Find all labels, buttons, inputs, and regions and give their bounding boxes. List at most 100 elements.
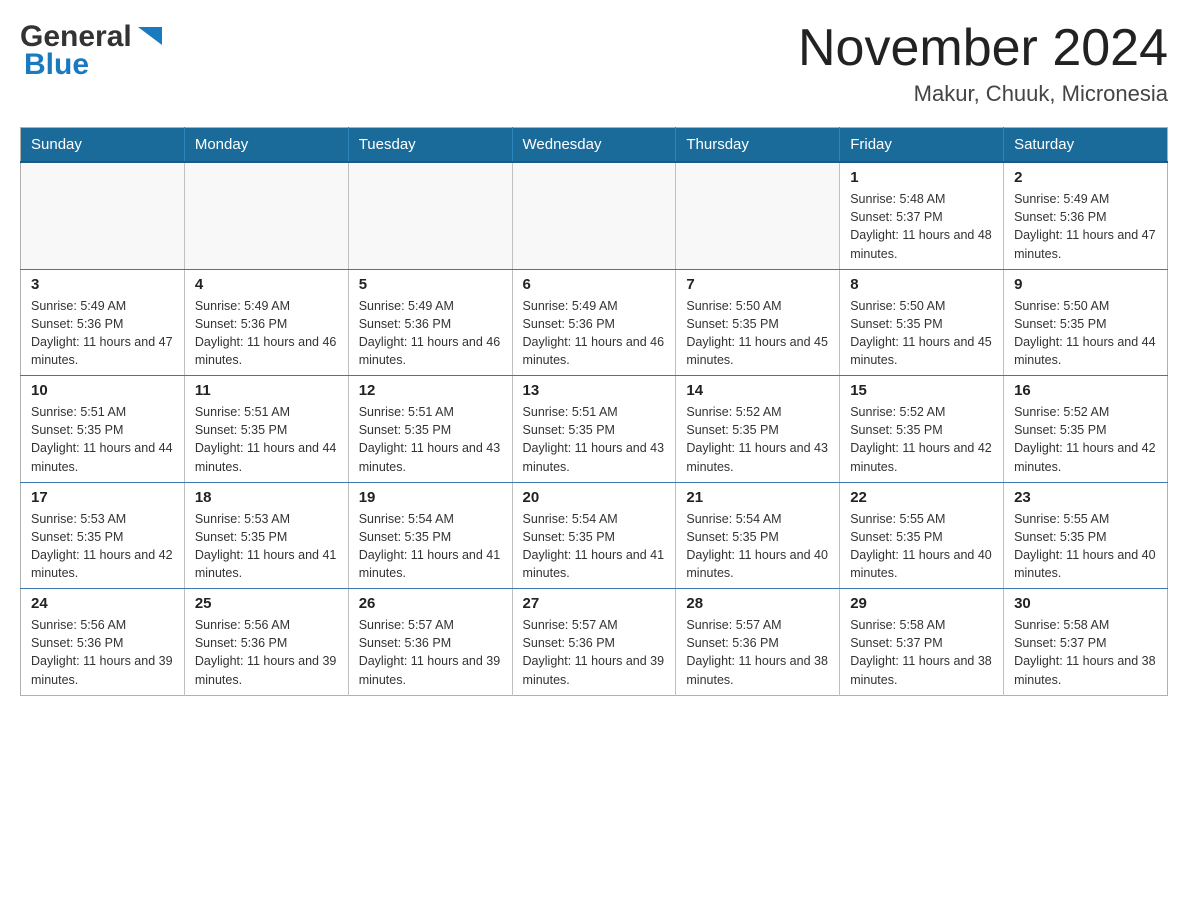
calendar-day-cell: 7 Sunrise: 5:50 AM Sunset: 5:35 PM Daylig… [676, 269, 840, 376]
day-of-week-header: Sunday [21, 128, 185, 163]
day-info: Sunrise: 5:56 AM Sunset: 5:36 PM Dayligh… [195, 616, 338, 689]
day-info: Sunrise: 5:48 AM Sunset: 5:37 PM Dayligh… [850, 190, 993, 263]
day-number: 2 [1014, 169, 1157, 186]
calendar-day-cell [348, 162, 512, 269]
day-info: Sunrise: 5:51 AM Sunset: 5:35 PM Dayligh… [523, 403, 666, 476]
day-number: 19 [359, 489, 502, 506]
day-number: 16 [1014, 382, 1157, 399]
calendar-week-row: 1 Sunrise: 5:48 AM Sunset: 5:37 PM Daylig… [21, 162, 1168, 269]
day-number: 8 [850, 276, 993, 293]
day-info: Sunrise: 5:50 AM Sunset: 5:35 PM Dayligh… [1014, 297, 1157, 370]
day-number: 11 [195, 382, 338, 399]
calendar-day-cell: 11Sunrise: 5:51 AM Sunset: 5:35 PM Dayli… [184, 376, 348, 483]
day-info: Sunrise: 5:49 AM Sunset: 5:36 PM Dayligh… [1014, 190, 1157, 263]
calendar-table: SundayMondayTuesdayWednesdayThursdayFrid… [20, 127, 1168, 696]
day-info: Sunrise: 5:57 AM Sunset: 5:36 PM Dayligh… [359, 616, 502, 689]
calendar-day-cell: 29 Sunrise: 5:58 AM Sunset: 5:37 PM Dayli… [840, 589, 1004, 696]
day-of-week-header: Thursday [676, 128, 840, 163]
calendar-day-cell: 6Sunrise: 5:49 AM Sunset: 5:36 PM Daylig… [512, 269, 676, 376]
day-number: 14 [686, 382, 829, 399]
day-number: 13 [523, 382, 666, 399]
title-section: November 2024 Makur, Chuuk, Micronesia [798, 20, 1168, 107]
calendar-day-cell: 20 Sunrise: 5:54 AM Sunset: 5:35 PM Dayli… [512, 482, 676, 589]
calendar-day-cell: 4 Sunrise: 5:49 AM Sunset: 5:36 PM Daylig… [184, 269, 348, 376]
day-of-week-header: Saturday [1004, 128, 1168, 163]
day-number: 28 [686, 595, 829, 612]
calendar-day-cell: 22Sunrise: 5:55 AM Sunset: 5:35 PM Dayli… [840, 482, 1004, 589]
day-info: Sunrise: 5:52 AM Sunset: 5:35 PM Dayligh… [850, 403, 993, 476]
day-info: Sunrise: 5:52 AM Sunset: 5:35 PM Dayligh… [686, 403, 829, 476]
page-header: General Blue November 2024 Makur, Chuuk,… [20, 20, 1168, 107]
logo-triangle-icon [134, 23, 166, 51]
calendar-day-cell: 14 Sunrise: 5:52 AM Sunset: 5:35 PM Dayli… [676, 376, 840, 483]
calendar-week-row: 10 Sunrise: 5:51 AM Sunset: 5:35 PM Dayli… [21, 376, 1168, 483]
calendar-day-cell: 16 Sunrise: 5:52 AM Sunset: 5:35 PM Dayli… [1004, 376, 1168, 483]
day-of-week-header: Friday [840, 128, 1004, 163]
day-number: 10 [31, 382, 174, 399]
day-number: 30 [1014, 595, 1157, 612]
calendar-day-cell: 15 Sunrise: 5:52 AM Sunset: 5:35 PM Dayli… [840, 376, 1004, 483]
day-number: 21 [686, 489, 829, 506]
day-number: 17 [31, 489, 174, 506]
day-number: 3 [31, 276, 174, 293]
calendar-subtitle: Makur, Chuuk, Micronesia [798, 81, 1168, 107]
day-number: 24 [31, 595, 174, 612]
day-info: Sunrise: 5:55 AM Sunset: 5:35 PM Dayligh… [1014, 510, 1157, 583]
day-info: Sunrise: 5:53 AM Sunset: 5:35 PM Dayligh… [195, 510, 338, 583]
day-number: 29 [850, 595, 993, 612]
day-info: Sunrise: 5:54 AM Sunset: 5:35 PM Dayligh… [523, 510, 666, 583]
calendar-day-cell: 17 Sunrise: 5:53 AM Sunset: 5:35 PM Dayli… [21, 482, 185, 589]
day-number: 15 [850, 382, 993, 399]
calendar-week-row: 17 Sunrise: 5:53 AM Sunset: 5:35 PM Dayli… [21, 482, 1168, 589]
calendar-day-cell: 26 Sunrise: 5:57 AM Sunset: 5:36 PM Dayli… [348, 589, 512, 696]
day-number: 5 [359, 276, 502, 293]
calendar-day-cell [676, 162, 840, 269]
calendar-day-cell: 21 Sunrise: 5:54 AM Sunset: 5:35 PM Dayli… [676, 482, 840, 589]
calendar-day-cell: 5 Sunrise: 5:49 AM Sunset: 5:36 PM Daylig… [348, 269, 512, 376]
calendar-day-cell: 19 Sunrise: 5:54 AM Sunset: 5:35 PM Dayli… [348, 482, 512, 589]
calendar-day-cell: 8 Sunrise: 5:50 AM Sunset: 5:35 PM Daylig… [840, 269, 1004, 376]
calendar-day-cell: 9Sunrise: 5:50 AM Sunset: 5:35 PM Daylig… [1004, 269, 1168, 376]
calendar-day-cell [21, 162, 185, 269]
calendar-day-cell: 28 Sunrise: 5:57 AM Sunset: 5:36 PM Dayli… [676, 589, 840, 696]
day-number: 7 [686, 276, 829, 293]
calendar-day-cell: 25Sunrise: 5:56 AM Sunset: 5:36 PM Dayli… [184, 589, 348, 696]
calendar-day-cell: 10Sunrise: 5:51 AM Sunset: 5:35 PM Dayli… [21, 376, 185, 483]
day-number: 12 [359, 382, 502, 399]
calendar-day-cell [512, 162, 676, 269]
day-number: 26 [359, 595, 502, 612]
calendar-day-cell: 1 Sunrise: 5:48 AM Sunset: 5:37 PM Daylig… [840, 162, 1004, 269]
calendar-day-cell: 2 Sunrise: 5:49 AM Sunset: 5:36 PM Daylig… [1004, 162, 1168, 269]
day-info: Sunrise: 5:57 AM Sunset: 5:36 PM Dayligh… [686, 616, 829, 689]
day-of-week-header: Wednesday [512, 128, 676, 163]
calendar-day-cell: 23 Sunrise: 5:55 AM Sunset: 5:35 PM Dayli… [1004, 482, 1168, 589]
day-number: 1 [850, 169, 993, 186]
day-number: 18 [195, 489, 338, 506]
day-info: Sunrise: 5:52 AM Sunset: 5:35 PM Dayligh… [1014, 403, 1157, 476]
day-info: Sunrise: 5:54 AM Sunset: 5:35 PM Dayligh… [359, 510, 502, 583]
day-info: Sunrise: 5:56 AM Sunset: 5:36 PM Dayligh… [31, 616, 174, 689]
day-info: Sunrise: 5:50 AM Sunset: 5:35 PM Dayligh… [686, 297, 829, 370]
day-number: 20 [523, 489, 666, 506]
calendar-header-row: SundayMondayTuesdayWednesdayThursdayFrid… [21, 128, 1168, 163]
day-info: Sunrise: 5:50 AM Sunset: 5:35 PM Dayligh… [850, 297, 993, 370]
day-info: Sunrise: 5:49 AM Sunset: 5:36 PM Dayligh… [359, 297, 502, 370]
day-info: Sunrise: 5:54 AM Sunset: 5:35 PM Dayligh… [686, 510, 829, 583]
day-info: Sunrise: 5:53 AM Sunset: 5:35 PM Dayligh… [31, 510, 174, 583]
calendar-day-cell [184, 162, 348, 269]
day-info: Sunrise: 5:58 AM Sunset: 5:37 PM Dayligh… [1014, 616, 1157, 689]
day-number: 27 [523, 595, 666, 612]
day-info: Sunrise: 5:55 AM Sunset: 5:35 PM Dayligh… [850, 510, 993, 583]
day-info: Sunrise: 5:49 AM Sunset: 5:36 PM Dayligh… [195, 297, 338, 370]
day-number: 23 [1014, 489, 1157, 506]
day-number: 4 [195, 276, 338, 293]
calendar-day-cell: 18 Sunrise: 5:53 AM Sunset: 5:35 PM Dayli… [184, 482, 348, 589]
day-number: 6 [523, 276, 666, 293]
day-info: Sunrise: 5:58 AM Sunset: 5:37 PM Dayligh… [850, 616, 993, 689]
calendar-day-cell: 3Sunrise: 5:49 AM Sunset: 5:36 PM Daylig… [21, 269, 185, 376]
calendar-week-row: 3 Sunrise: 5:49 AM Sunset: 5:36 PM Daylig… [21, 269, 1168, 376]
logo-blue-text: Blue [24, 48, 89, 81]
day-info: Sunrise: 5:51 AM Sunset: 5:35 PM Dayligh… [359, 403, 502, 476]
calendar-week-row: 24 Sunrise: 5:56 AM Sunset: 5:36 PM Dayli… [21, 589, 1168, 696]
logo: General Blue [20, 20, 166, 82]
